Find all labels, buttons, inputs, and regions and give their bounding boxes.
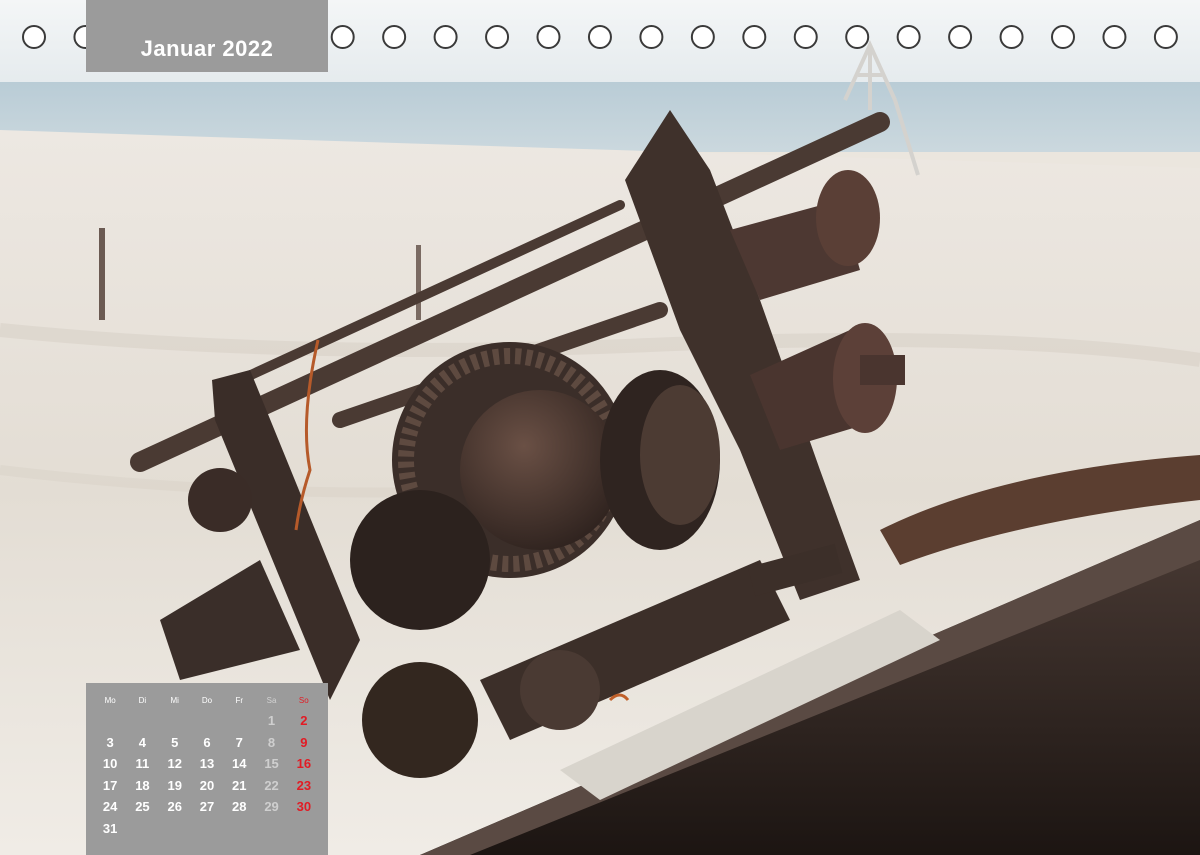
- day-cell: 30: [296, 799, 312, 815]
- day-cell: 3: [106, 734, 114, 750]
- binding-hole: [948, 25, 973, 49]
- day-cell: 24: [102, 799, 118, 815]
- day-cell: 23: [296, 777, 312, 793]
- day-cell: 15: [264, 756, 279, 772]
- day-cell: [288, 818, 320, 840]
- binding-hole: [433, 25, 458, 49]
- weekday-label-saturday: Sa: [266, 696, 277, 705]
- binding-hole: [587, 25, 612, 49]
- day-cell: [159, 818, 191, 840]
- day-cell: [191, 818, 223, 840]
- day-cell: 5: [171, 734, 179, 750]
- day-cell: 20: [199, 777, 215, 793]
- weekday-label: Mi: [170, 696, 179, 705]
- day-cell: [126, 818, 158, 840]
- day-cell: 29: [264, 799, 279, 815]
- week-row: 3 4 5 6 7 8 9: [94, 732, 320, 754]
- weekday-label: Fr: [235, 696, 244, 705]
- day-cell: [126, 710, 158, 732]
- day-cell: 8: [267, 734, 276, 750]
- day-cell: [159, 710, 191, 732]
- day-cell: 7: [235, 734, 243, 750]
- day-cell: 10: [102, 756, 118, 772]
- binding-hole: [999, 25, 1024, 49]
- day-cell: 31: [102, 821, 118, 836]
- day-cell: 28: [232, 799, 247, 815]
- weekday-label: Mo: [104, 696, 116, 705]
- day-cell: [94, 710, 126, 732]
- binding-hole: [382, 25, 407, 49]
- day-cell: 21: [232, 777, 247, 793]
- week-row: 12: [94, 710, 320, 732]
- day-cell: 25: [135, 799, 150, 815]
- day-cell: 6: [203, 734, 211, 750]
- day-cell: [255, 818, 287, 840]
- day-cell: 13: [199, 756, 215, 772]
- day-cell: 26: [167, 799, 182, 815]
- day-cell: [223, 710, 255, 732]
- day-cell: 14: [232, 756, 247, 772]
- weekday-label-sunday: So: [298, 696, 309, 705]
- binding-hole: [536, 25, 561, 49]
- binding-hole: [1051, 25, 1075, 49]
- binding-hole: [793, 25, 818, 49]
- week-row: 24 25 26 27 28 29 30: [94, 796, 320, 818]
- day-cell: 18: [135, 777, 150, 793]
- month-title: Januar 2022: [140, 36, 274, 61]
- calendar-grid: Mo Di Mi Do Fr Sa So 1 2 3 4 5 6 7 8 9 10 11 12 13 14…: [86, 683, 328, 855]
- binding-hole: [896, 25, 921, 49]
- binding-hole: [22, 25, 46, 49]
- binding-hole: [639, 25, 664, 49]
- month-header: Januar 2022: [86, 0, 328, 72]
- day-cell: 27: [199, 799, 215, 815]
- weekday-header-row: Mo Di Mi Do Fr Sa So: [94, 696, 320, 705]
- day-cell: 17: [102, 777, 118, 793]
- weekday-label: Do: [201, 696, 213, 705]
- day-cell: 1: [267, 713, 276, 728]
- day-cell: 9: [300, 734, 308, 750]
- day-cell: 12: [167, 756, 182, 772]
- day-cell: 22: [264, 777, 279, 793]
- day-cell: [223, 818, 255, 840]
- week-row: 10 11 12 13 14 15 16: [94, 753, 320, 775]
- binding-hole: [690, 25, 715, 49]
- week-row: 17 18 19 20 21 22 23: [94, 775, 320, 797]
- weekday-label: Di: [138, 696, 147, 705]
- binding-hole: [742, 25, 767, 49]
- week-row: 31: [94, 818, 320, 840]
- binding-hole: [1102, 25, 1127, 49]
- day-cell: 4: [138, 734, 147, 750]
- day-cell: 11: [135, 756, 150, 772]
- binding-hole: [845, 25, 870, 49]
- day-cell: [191, 710, 223, 732]
- binding-hole: [1153, 25, 1178, 49]
- binding-hole: [485, 25, 510, 49]
- binding-hole: [330, 25, 355, 49]
- day-cell: 2: [300, 713, 308, 728]
- day-cell: 16: [296, 756, 312, 772]
- day-cell: 19: [167, 777, 182, 793]
